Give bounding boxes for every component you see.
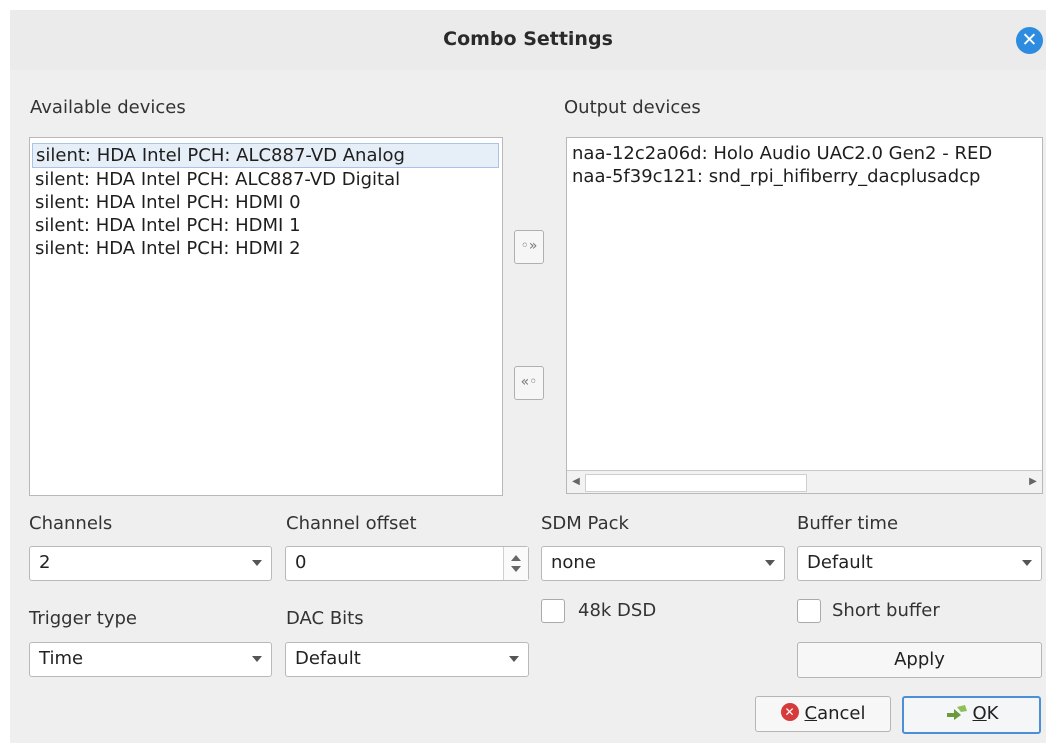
chevron-down-icon bbox=[252, 656, 262, 662]
cancel-label-rest: ancel bbox=[817, 703, 866, 724]
scroll-left-icon[interactable]: ◀ bbox=[567, 471, 585, 493]
available-devices-label: Available devices bbox=[30, 97, 186, 118]
apply-button[interactable]: Apply bbox=[797, 642, 1042, 678]
short-buffer-checkbox[interactable] bbox=[797, 599, 821, 623]
trigger-type-value: Time bbox=[39, 648, 84, 669]
spin-buttons[interactable] bbox=[503, 547, 528, 580]
cancel-icon: ✕ bbox=[780, 703, 799, 721]
scrollbar-thumb[interactable] bbox=[585, 474, 807, 492]
sdm-pack-select[interactable]: none bbox=[541, 546, 785, 581]
add-device-button[interactable]: ◦» bbox=[514, 230, 544, 264]
buffer-time-value: Default bbox=[807, 552, 873, 573]
dsd48k-label: 48k DSD bbox=[578, 600, 657, 621]
list-item[interactable]: silent: HDA Intel PCH: ALC887-VD Analog bbox=[32, 143, 499, 168]
scroll-right-icon[interactable]: ▶ bbox=[1024, 471, 1042, 493]
sdm-pack-value: none bbox=[551, 552, 596, 573]
list-item[interactable]: silent: HDA Intel PCH: HDMI 0 bbox=[30, 191, 502, 214]
chevron-down-icon bbox=[252, 560, 262, 566]
list-item[interactable]: silent: HDA Intel PCH: ALC887-VD Digital bbox=[30, 168, 502, 191]
list-item[interactable]: silent: HDA Intel PCH: HDMI 1 bbox=[30, 214, 502, 237]
output-devices-list[interactable]: naa-12c2a06d: Holo Audio UAC2.0 Gen2 - R… bbox=[566, 137, 1043, 494]
trigger-type-label: Trigger type bbox=[29, 608, 138, 629]
buffer-time-select[interactable]: Default bbox=[797, 546, 1042, 581]
channel-offset-label: Channel offset bbox=[286, 513, 417, 534]
buffer-time-label: Buffer time bbox=[797, 513, 899, 534]
list-item[interactable]: naa-5f39c121: snd_rpi_hifiberry_dacplusa… bbox=[567, 165, 1042, 188]
cancel-accelerator: C bbox=[804, 703, 818, 724]
short-buffer-label: Short buffer bbox=[832, 600, 940, 621]
dac-bits-label: DAC Bits bbox=[286, 608, 364, 629]
available-devices-list[interactable]: silent: HDA Intel PCH: ALC887-VD Analog … bbox=[29, 137, 503, 496]
channel-offset-value: 0 bbox=[295, 552, 307, 573]
chevron-down-icon bbox=[1022, 560, 1032, 566]
spin-down-icon[interactable] bbox=[511, 566, 521, 572]
dac-bits-value: Default bbox=[295, 648, 361, 669]
ok-label-rest: K bbox=[986, 703, 999, 724]
double-chevron-left-icon: «◦ bbox=[520, 374, 538, 390]
title-bar: Combo Settings ✕ bbox=[10, 10, 1046, 70]
ok-accelerator: O bbox=[972, 703, 987, 724]
channels-value: 2 bbox=[39, 552, 51, 573]
ok-button[interactable]: OK bbox=[902, 696, 1041, 734]
channels-select[interactable]: 2 bbox=[29, 546, 272, 581]
chevron-down-icon bbox=[509, 656, 519, 662]
spin-up-icon[interactable] bbox=[511, 555, 521, 561]
chevron-down-icon bbox=[765, 560, 775, 566]
dialog-title: Combo Settings bbox=[443, 28, 613, 50]
ok-icon bbox=[946, 705, 967, 720]
channel-offset-spinbox[interactable]: 0 bbox=[285, 546, 529, 581]
trigger-type-select[interactable]: Time bbox=[29, 642, 272, 677]
horizontal-scrollbar[interactable]: ◀ ▶ bbox=[567, 470, 1042, 493]
output-devices-label: Output devices bbox=[564, 97, 701, 118]
double-chevron-right-icon: ◦» bbox=[520, 238, 538, 254]
remove-device-button[interactable]: «◦ bbox=[514, 366, 544, 400]
close-icon[interactable]: ✕ bbox=[1016, 27, 1043, 54]
list-item[interactable]: naa-12c2a06d: Holo Audio UAC2.0 Gen2 - R… bbox=[567, 142, 1042, 165]
cancel-button[interactable]: ✕ Cancel bbox=[755, 696, 891, 732]
sdm-pack-label: SDM Pack bbox=[541, 513, 629, 534]
dsd48k-checkbox[interactable] bbox=[541, 599, 565, 623]
dac-bits-select[interactable]: Default bbox=[285, 642, 529, 677]
channels-label: Channels bbox=[29, 513, 113, 534]
combo-settings-dialog: Combo Settings ✕ Available devices silen… bbox=[10, 10, 1046, 743]
list-item[interactable]: silent: HDA Intel PCH: HDMI 2 bbox=[30, 237, 502, 260]
